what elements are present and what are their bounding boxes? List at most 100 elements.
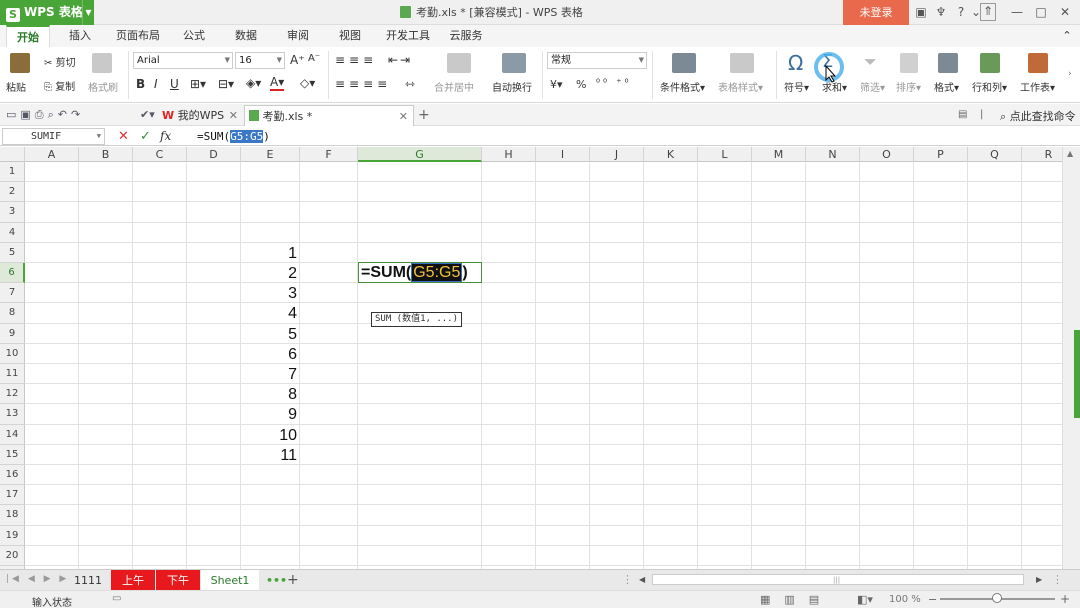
insert-function-button[interactable]: fx [160,129,171,143]
cell-editor[interactable]: =SUM(G5:G5) [361,263,468,283]
close-icon[interactable]: ✕ [399,106,408,127]
increase-font-icon[interactable]: A⁺ [290,53,305,67]
sheet-tab-2[interactable]: 下午 [156,570,200,591]
column-header-f[interactable]: F [300,147,358,162]
column-header-d[interactable]: D [187,147,241,162]
tab-developer[interactable]: 开发工具 [380,25,436,47]
decrease-font-icon[interactable]: A⁻ [308,53,320,64]
brush-icon[interactable] [92,53,112,73]
formula-input[interactable]: =SUM(G5:G5) [197,127,270,146]
distribute-icon[interactable]: ⇿ [405,77,415,91]
row-header-20[interactable]: 20 [0,545,25,566]
command-search-button[interactable]: ⌕ 点此查找命令 [1000,108,1076,124]
column-header-n[interactable]: N [806,147,860,162]
name-box[interactable]: SUMIF ▼ [2,128,105,145]
table-style-button[interactable]: 表格样式▾ [718,79,763,94]
more-sheets-icon[interactable]: ••• [266,574,287,587]
row-header-18[interactable]: 18 [0,505,25,526]
skin-icon[interactable]: ▣ [912,0,930,25]
shirt-icon[interactable]: ♆ [932,0,950,25]
tab-document-file[interactable]: 考勤.xls * ✕ [244,105,414,126]
worksheet-icon[interactable] [1028,53,1048,73]
tab-list-icon[interactable]: ▤ [958,109,967,120]
conditional-format-icon[interactable] [672,53,696,73]
worksheet-button[interactable]: 工作表▾ [1020,79,1055,94]
sort-button[interactable]: 排序▾ [896,79,921,94]
row-header-9[interactable]: 9 [0,323,25,344]
tab-my-wps[interactable]: W 我的WPS ✕ [158,105,242,126]
cell-e8[interactable]: 4 [241,304,297,323]
row-header-13[interactable]: 13 [0,404,25,425]
cell-e15[interactable]: 11 [241,446,297,465]
row-header-4[interactable]: 4 [0,222,25,243]
cut-button[interactable]: ✂ 剪切 [44,54,76,69]
tab-formulas[interactable]: 公式 [176,25,212,47]
vertical-scroll-thumb[interactable] [1074,330,1080,418]
maximize-icon[interactable]: □ [1032,0,1050,25]
currency-icon[interactable]: ¥▾ [550,78,563,91]
format-button[interactable]: 格式▾ [934,79,959,94]
font-color-icon[interactable]: A▾ [270,75,285,91]
borders-icon[interactable]: ⊞▾ [190,77,206,91]
login-button[interactable]: 未登录 [843,0,909,25]
customize-qat-icon[interactable]: ✔▾ [140,108,155,121]
row-header-16[interactable]: 16 [0,465,25,486]
row-header-6[interactable]: 6 [0,263,25,284]
column-header-j[interactable]: J [590,147,644,162]
row-header-12[interactable]: 12 [0,384,25,405]
column-header-a[interactable]: A [25,147,79,162]
percent-button[interactable]: % [576,78,586,91]
column-header-b[interactable]: B [79,147,133,162]
column-header-e[interactable]: E [241,147,300,162]
column-header-l[interactable]: L [698,147,752,162]
column-header-m[interactable]: M [752,147,806,162]
macro-record-icon[interactable]: ▭ [112,593,121,604]
table-style-icon[interactable] [730,53,754,73]
paste-button[interactable]: 粘贴 [6,79,26,94]
cell-e14[interactable]: 10 [241,426,297,445]
column-header-c[interactable]: C [133,147,187,162]
sheet-tab-3[interactable]: Sheet1 [201,570,259,591]
merge-cells-icon[interactable]: ⊟▾ [218,77,234,91]
confirm-icon[interactable]: ✓ [140,129,151,144]
column-header-i[interactable]: I [536,147,590,162]
row-header-5[interactable]: 5 [0,242,25,263]
bold-button[interactable]: B [136,77,145,91]
cell-e6[interactable]: 2 [241,264,297,283]
view-mode-icons[interactable]: ▦▥▤ [760,593,833,606]
column-header-h[interactable]: H [482,147,536,162]
horizontal-scrollbar[interactable]: ||| [652,574,1024,585]
close-icon[interactable]: ✕ [1056,0,1074,25]
filter-button[interactable]: 筛选▾ [860,79,885,94]
underline-button[interactable]: U [170,77,179,91]
row-header-3[interactable]: 3 [0,202,25,223]
scroll-left-icon[interactable]: ◀ [639,575,645,584]
tab-view[interactable]: 视图 [332,25,368,47]
row-header-17[interactable]: 17 [0,485,25,506]
clear-format-icon[interactable]: ◇▾ [300,76,315,90]
decimal-icons[interactable]: ⁰⁰ ⁺⁰ [596,78,631,89]
row-header-1[interactable]: 1 [0,162,25,183]
tab-insert[interactable]: 插入 [60,25,100,47]
cell-e7[interactable]: 3 [241,284,297,303]
cancel-icon[interactable]: ✕ [118,129,129,144]
add-sheet-plus-icon[interactable]: + [287,572,299,588]
cell-e5[interactable]: 1 [241,244,297,263]
row-header-11[interactable]: 11 [0,364,25,385]
zoom-slider-knob[interactable] [992,593,1002,603]
conditional-format-button[interactable]: 条件格式▾ [660,79,705,94]
scroll-up-icon[interactable]: ▲ [1067,149,1073,158]
sheet-nav-icons[interactable]: |◀ ◀ ▶ ▶| [6,574,75,584]
format-icon[interactable] [938,53,958,73]
row-header-14[interactable]: 14 [0,424,25,445]
sheet-tab-1[interactable]: 上午 [111,570,155,591]
row-header-2[interactable]: 2 [0,182,25,203]
cell-e9[interactable]: 5 [241,325,297,344]
tab-data[interactable]: 数据 [228,25,264,47]
indent-icons[interactable]: ⇤⇥ [388,53,412,67]
tab-page-layout[interactable]: 页面布局 [110,25,166,47]
cell-e13[interactable]: 9 [241,405,297,424]
column-header-o[interactable]: O [860,147,914,162]
paste-icon[interactable] [10,53,30,73]
column-header-r[interactable]: R [1022,147,1062,162]
